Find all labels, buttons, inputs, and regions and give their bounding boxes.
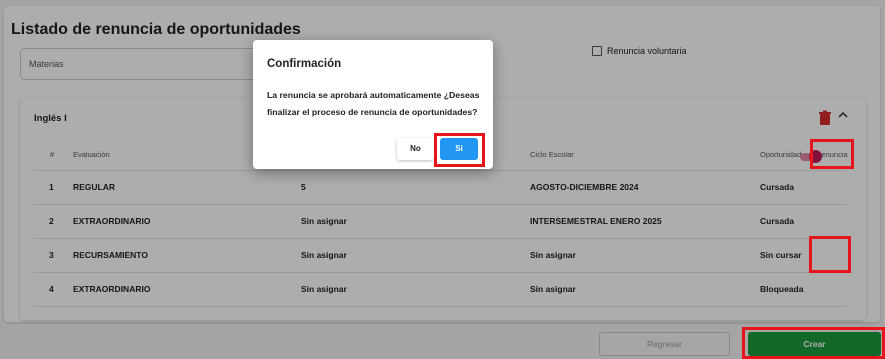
dialog-title: Confirmación [267,58,342,70]
dialog-message: La renuncia se aprobará automaticamente … [267,90,480,117]
highlight-si-button [434,133,485,167]
highlight-crear-button [742,327,885,359]
highlight-renuncia-toggle [809,236,851,273]
no-button[interactable]: No [397,138,434,160]
highlight-renuncia-header [810,139,854,169]
